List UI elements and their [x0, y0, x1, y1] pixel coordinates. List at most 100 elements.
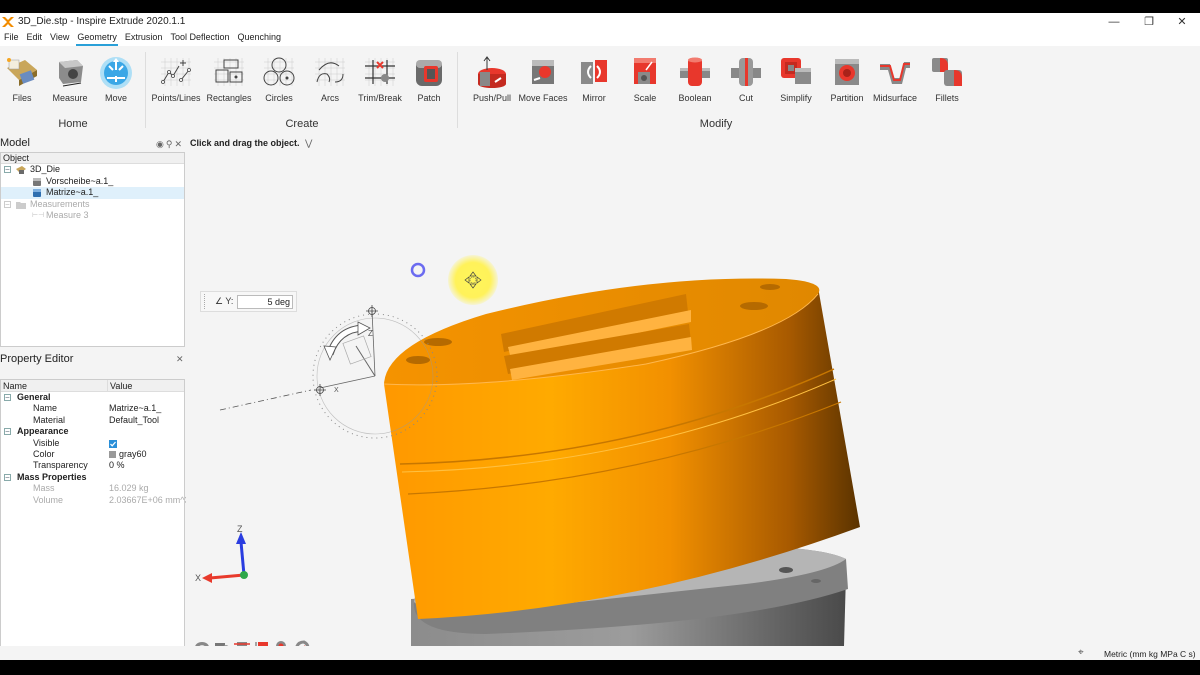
scene-canvas: Z X Z X	[195, 255, 860, 646]
move-faces-button[interactable]: Move Faces	[515, 56, 571, 103]
assembly-icon	[16, 165, 26, 174]
binoculars-icon[interactable]: ◉	[156, 139, 166, 149]
move-button[interactable]: Move	[88, 56, 144, 103]
3d-viewport[interactable]: Click and drag the object. ⋁ ∠ Y: 5 deg	[186, 134, 1200, 646]
crosshair-icon[interactable]: ⌖	[1078, 647, 1084, 658]
trim-break-icon	[363, 56, 397, 88]
push-pull-button[interactable]: Push/Pull	[464, 56, 520, 103]
property-value: gray60	[119, 448, 147, 459]
tree-item-measure-3[interactable]: ⊢⊣ Measure 3	[1, 210, 184, 222]
group-label: Mass Properties	[17, 471, 87, 482]
points-lines-button[interactable]: Points/Lines	[148, 56, 204, 103]
measure-icon	[53, 56, 87, 88]
group-home-label: Home	[58, 118, 88, 130]
status-bar: ⌖ Metric (mm kg MPa C s)	[0, 646, 1200, 660]
property-row-name[interactable]: Name Matrize~a.1_	[1, 403, 184, 414]
circles-icon	[262, 56, 296, 88]
property-editor-title: Property Editor	[0, 353, 74, 365]
tree-item-label: Measure 3	[46, 210, 89, 220]
tree-item-label: 3D_Die	[30, 164, 61, 174]
axis-z-label: Z	[237, 524, 243, 534]
menu-edit[interactable]: Edit	[23, 30, 47, 46]
arcs-button[interactable]: Arcs	[302, 56, 358, 103]
property-value[interactable]: 0 %	[109, 460, 125, 471]
units-label[interactable]: Metric (mm kg MPa C s)	[1104, 649, 1196, 659]
fillets-button[interactable]: Fillets	[919, 56, 975, 103]
menu-quenching[interactable]: Quenching	[233, 30, 285, 46]
group-general[interactable]: – General	[1, 392, 184, 403]
circles-button[interactable]: Circles	[251, 56, 307, 103]
svg-text:Z: Z	[368, 329, 373, 338]
property-row-transparency[interactable]: Transparency 0 %	[1, 460, 184, 471]
menu-tool-deflection[interactable]: Tool Deflection	[166, 30, 233, 46]
column-value: Value	[110, 381, 133, 391]
property-row-color[interactable]: Color gray60	[1, 449, 184, 460]
fillets-label: Fillets	[935, 93, 959, 103]
property-editor-close-icon[interactable]: ✕	[176, 354, 186, 365]
color-value[interactable]: gray60	[109, 449, 147, 460]
simplify-button[interactable]: Simplify	[768, 56, 824, 103]
collapse-icon[interactable]: –	[4, 200, 11, 208]
folder-icon	[16, 200, 26, 209]
restore-icon: ❐	[1144, 16, 1154, 28]
collapse-icon[interactable]: –	[4, 166, 11, 173]
property-row-mass: Mass 16.029 kg	[1, 483, 184, 494]
menu-extrusion[interactable]: Extrusion	[121, 30, 167, 46]
patch-label: Patch	[417, 93, 441, 103]
close-button[interactable]: ✕	[1162, 13, 1200, 30]
midsurface-icon	[878, 56, 912, 88]
property-value[interactable]: Matrize~a.1_	[109, 403, 161, 414]
patch-button[interactable]: Patch	[401, 56, 457, 103]
boolean-button[interactable]: Boolean	[667, 56, 723, 103]
tree-item-vorscheibe[interactable]: Vorscheibe~a.1_	[1, 176, 184, 188]
minimize-button[interactable]: —	[1094, 13, 1134, 30]
property-value: 16.029 kg	[109, 483, 149, 494]
rectangles-icon	[212, 56, 246, 88]
rectangles-button[interactable]: Rectangles	[201, 56, 257, 103]
color-swatch	[109, 450, 116, 458]
property-row-material[interactable]: Material Default_Tool	[1, 415, 184, 426]
cut-label: Cut	[738, 93, 753, 103]
group-appearance[interactable]: – Appearance	[1, 426, 184, 437]
push-pull-label: Push/Pull	[472, 93, 512, 103]
scale-button[interactable]: Scale	[617, 56, 673, 103]
tree-item-measurements[interactable]: – Measurements	[1, 199, 184, 211]
part-blue-icon	[32, 188, 41, 197]
model-tree-header: Object	[1, 153, 184, 164]
property-row-volume: Volume 2.03667E+06 mm^3	[1, 495, 190, 506]
collapse-icon[interactable]: –	[4, 394, 11, 401]
close-icon: ✕	[1177, 16, 1187, 28]
mirror-button[interactable]: Mirror	[566, 56, 622, 103]
rectangles-label: Rectangles	[206, 93, 252, 103]
model-panel-title: Model	[0, 137, 30, 149]
trim-break-button[interactable]: Trim/Break	[352, 56, 408, 103]
menu-view[interactable]: View	[46, 30, 73, 46]
property-key: Mass	[33, 483, 55, 494]
menu-geometry[interactable]: Geometry	[73, 30, 121, 46]
cut-button[interactable]: Cut	[718, 56, 774, 103]
close-icon[interactable]: ✕	[174, 139, 184, 149]
collapse-icon[interactable]: –	[4, 428, 11, 436]
tree-item-matrize[interactable]: Matrize~a.1_	[1, 187, 184, 199]
window-title: 3D_Die.stp - Inspire Extrude 2020.1.1	[18, 16, 186, 27]
group-mass-properties[interactable]: – Mass Properties	[1, 472, 184, 483]
ribbon-toolbar: Files Measure Move Home Points/Lines Rec…	[0, 46, 1200, 134]
simplify-label: Simplify	[780, 93, 812, 103]
property-value[interactable]: Default_Tool	[109, 415, 159, 426]
cut-icon	[729, 56, 763, 88]
property-editor: Name Value – General Name Matrize~a.1_ M…	[0, 379, 190, 659]
property-row-visible[interactable]: Visible	[1, 438, 184, 449]
midsurface-button[interactable]: Midsurface	[867, 56, 923, 103]
measure-icon: ⊢⊣	[32, 212, 45, 219]
property-key: Name	[33, 403, 58, 414]
part-gray-icon	[32, 177, 41, 186]
collapse-icon[interactable]: –	[4, 473, 11, 481]
arcs-icon	[313, 56, 347, 88]
menu-file[interactable]: File	[0, 30, 23, 46]
boolean-icon	[678, 56, 712, 88]
circles-label: Circles	[265, 93, 293, 103]
tree-item-3d-die[interactable]: – 3D_Die	[1, 164, 184, 176]
scale-icon	[628, 56, 662, 88]
model-tree: Object – 3D_Die Vorscheibe~a.1_ Matrize~…	[0, 152, 185, 347]
app-window: 3D_Die.stp - Inspire Extrude 2020.1.1 — …	[0, 13, 1200, 660]
